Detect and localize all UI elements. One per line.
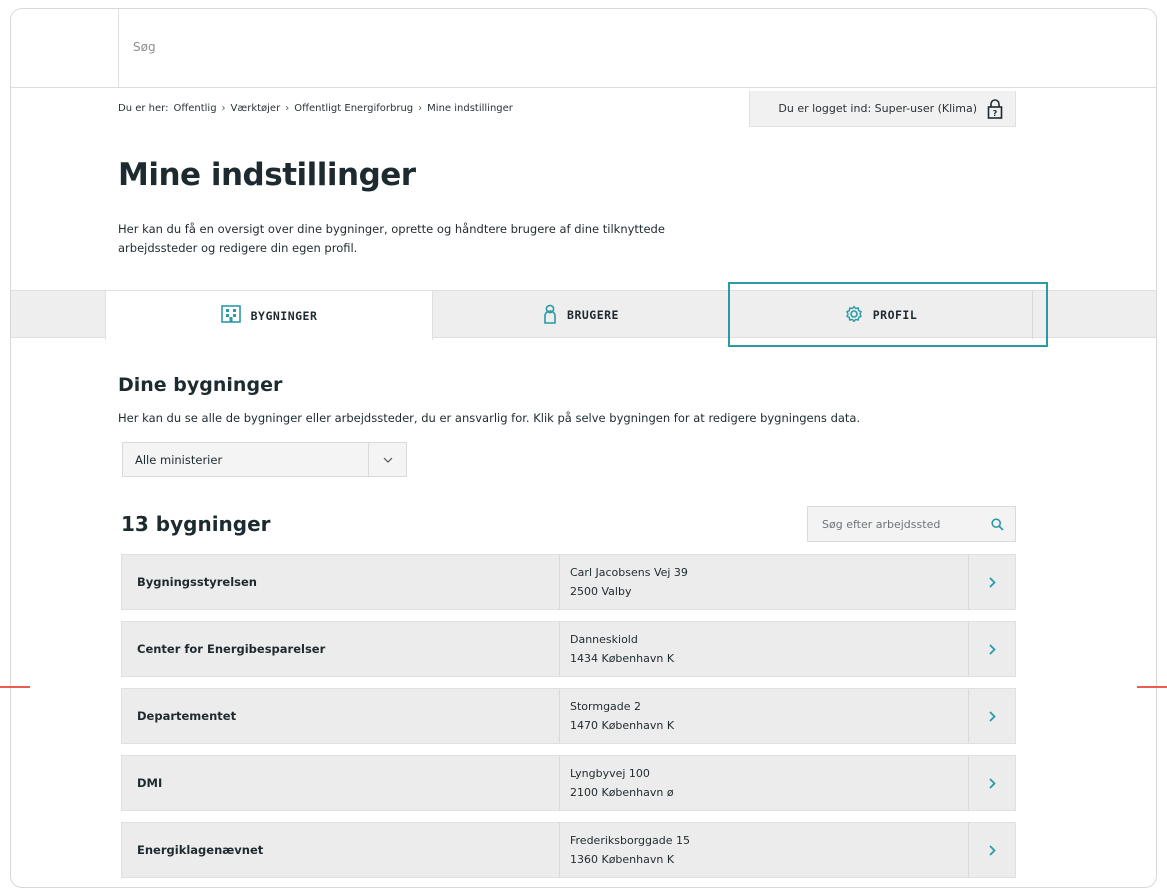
building-row[interactable]: DMI Lyngbyvej 100 2100 København ø <box>121 755 1016 811</box>
chevron-down-icon <box>368 443 406 476</box>
building-name: Bygningsstyrelsen <box>137 575 257 589</box>
lock-icon: ? <box>987 98 1003 119</box>
tab-label: BRUGERE <box>567 308 619 322</box>
breadcrumb-current: Mine indstillinger <box>427 103 513 114</box>
building-city: 1470 København K <box>570 719 675 732</box>
workplace-search <box>807 506 1016 542</box>
building-row[interactable]: Center for Energibesparelser Danneskiold… <box>121 621 1016 677</box>
building-address: Carl Jacobsens Vej 39 2500 Valby <box>559 555 968 609</box>
user-icon <box>543 304 557 327</box>
ministry-filter-value: Alle ministerier <box>135 452 223 467</box>
building-row[interactable]: Energiklagenævnet Frederiksborggade 15 1… <box>121 822 1016 878</box>
svg-text:?: ? <box>993 109 998 118</box>
building-city: 1360 København K <box>570 853 675 866</box>
building-name: DMI <box>137 776 163 790</box>
breadcrumb-separator: › <box>221 103 226 114</box>
section-description: Her kan du se alle de bygninger eller ar… <box>118 411 861 425</box>
chevron-right-icon[interactable] <box>968 689 1015 743</box>
search-icon[interactable] <box>979 507 1015 541</box>
building-icon <box>220 305 241 326</box>
tab-brugere[interactable]: BRUGERE <box>433 291 730 339</box>
page-edge-marker <box>1137 686 1167 688</box>
chevron-right-icon[interactable] <box>968 756 1015 810</box>
breadcrumb-separator: › <box>418 103 423 114</box>
chevron-right-icon[interactable] <box>968 555 1015 609</box>
tab-profil[interactable]: PROFIL <box>730 291 1033 339</box>
chevron-right-icon[interactable] <box>968 622 1015 676</box>
tab-label: PROFIL <box>872 308 918 322</box>
building-city: 1434 København K <box>570 652 675 665</box>
page-intro: Her kan du få en oversigt over dine bygn… <box>118 222 665 255</box>
chevron-right-icon[interactable] <box>968 823 1015 877</box>
ministry-filter-select[interactable]: Alle ministerier <box>122 442 407 477</box>
building-street: Carl Jacobsens Vej 39 <box>570 566 688 579</box>
breadcrumb: Du er her: Offentlig › Værktøjer › Offen… <box>118 103 513 114</box>
global-search-placeholder: Søg <box>133 40 156 54</box>
tab-bygninger[interactable]: BYGNINGER <box>105 291 433 340</box>
building-address: Frederiksborggade 15 1360 København K <box>559 823 968 877</box>
breadcrumb-separator: › <box>285 103 290 114</box>
building-name: Departementet <box>137 709 237 723</box>
breadcrumb-link-offentlig[interactable]: Offentlig <box>173 103 216 114</box>
breadcrumb-link-vaerktoejer[interactable]: Værktøjer <box>231 103 281 114</box>
building-street: Frederiksborggade 15 <box>570 834 690 847</box>
top-search-bar: Søg <box>11 9 1156 88</box>
building-street: Lyngbyvej 100 <box>570 767 650 780</box>
breadcrumb-link-energiforbrug[interactable]: Offentligt Energiforbrug <box>294 103 413 114</box>
gear-icon <box>845 305 863 326</box>
building-address: Danneskiold 1434 København K <box>559 622 968 676</box>
login-status-label: Du er logget ind: Super-user (Klima) <box>778 102 977 115</box>
building-list: Bygningsstyrelsen Carl Jacobsens Vej 39 … <box>121 554 1016 887</box>
building-street: Stormgade 2 <box>570 700 642 713</box>
building-street: Danneskiold <box>570 633 638 646</box>
building-row[interactable]: Bygningsstyrelsen Carl Jacobsens Vej 39 … <box>121 554 1016 610</box>
tab-label: BYGNINGER <box>250 308 318 323</box>
tab-bar: BYGNINGER BRUGERE PROFIL <box>11 290 1156 340</box>
breadcrumb-prefix: Du er her: <box>118 103 169 114</box>
page-edge-marker <box>0 686 30 688</box>
building-name: Energiklagenævnet <box>137 843 264 857</box>
building-city: 2500 Valby <box>570 585 632 598</box>
section-title: Dine bygninger <box>118 374 283 396</box>
global-search-input[interactable]: Søg <box>118 9 1156 88</box>
workplace-search-input[interactable] <box>808 507 979 541</box>
building-address: Lyngbyvej 100 2100 København ø <box>559 756 968 810</box>
building-name: Center for Energibesparelser <box>137 642 326 656</box>
building-address: Stormgade 2 1470 København K <box>559 689 968 743</box>
login-status-button[interactable]: Du er logget ind: Super-user (Klima) ? <box>749 91 1016 127</box>
building-row[interactable]: Departementet Stormgade 2 1470 København… <box>121 688 1016 744</box>
building-count: 13 bygninger <box>121 512 271 536</box>
browser-frame: Søg Du er her: Offentlig › Værktøjer › O… <box>10 8 1157 888</box>
building-city: 2100 København ø <box>570 786 674 799</box>
page-title: Mine indstillinger <box>118 157 416 193</box>
